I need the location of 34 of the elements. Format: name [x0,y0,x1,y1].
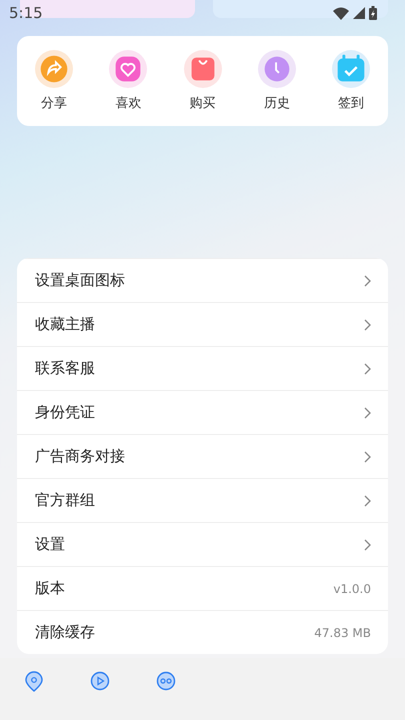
location-icon[interactable] [23,670,45,692]
action-label[interactable]: 签到 [338,94,364,112]
clock: 5:15 [9,4,43,22]
action-label[interactable]: 历史 [264,94,290,112]
menu-item[interactable]: 设置桌面图标 [35,271,125,290]
value-text: 47.83 MB [314,626,371,640]
action-label[interactable]: 喜欢 [115,94,142,112]
menu-item[interactable]: 收藏主播 [35,315,95,334]
chevron-icon [364,274,371,286]
menu-item[interactable]: 清除缓存 [35,623,95,642]
menu-item[interactable]: 官方群组 [35,491,95,510]
clock-icon[interactable] [256,50,297,88]
chevron-icon [364,406,371,418]
chevron-icon [364,494,371,506]
menu-item[interactable]: 广告商务对接 [35,447,125,466]
menu-item[interactable]: 联系客服 [35,359,95,378]
wifi-icon [333,6,349,20]
signal-icon [353,7,365,19]
menu-item[interactable]: 版本 [35,579,65,598]
menu-item[interactable]: 身份凭证 [35,403,95,422]
bag-icon[interactable] [182,50,222,88]
chevron-icon [364,362,371,374]
value-text: v1.0.0 [333,582,371,596]
action-label[interactable]: 分享 [41,94,67,112]
calendar-icon[interactable] [331,50,371,88]
play-icon[interactable] [89,670,111,692]
chevron-icon [364,318,371,330]
action-label[interactable]: 购买 [190,94,216,112]
battery-icon [369,6,377,20]
robot-face-icon[interactable] [155,670,177,692]
chevron-icon [364,538,371,550]
chevron-icon [364,450,371,462]
share-icon[interactable] [34,50,74,88]
menu-item[interactable]: 设置 [35,535,65,554]
